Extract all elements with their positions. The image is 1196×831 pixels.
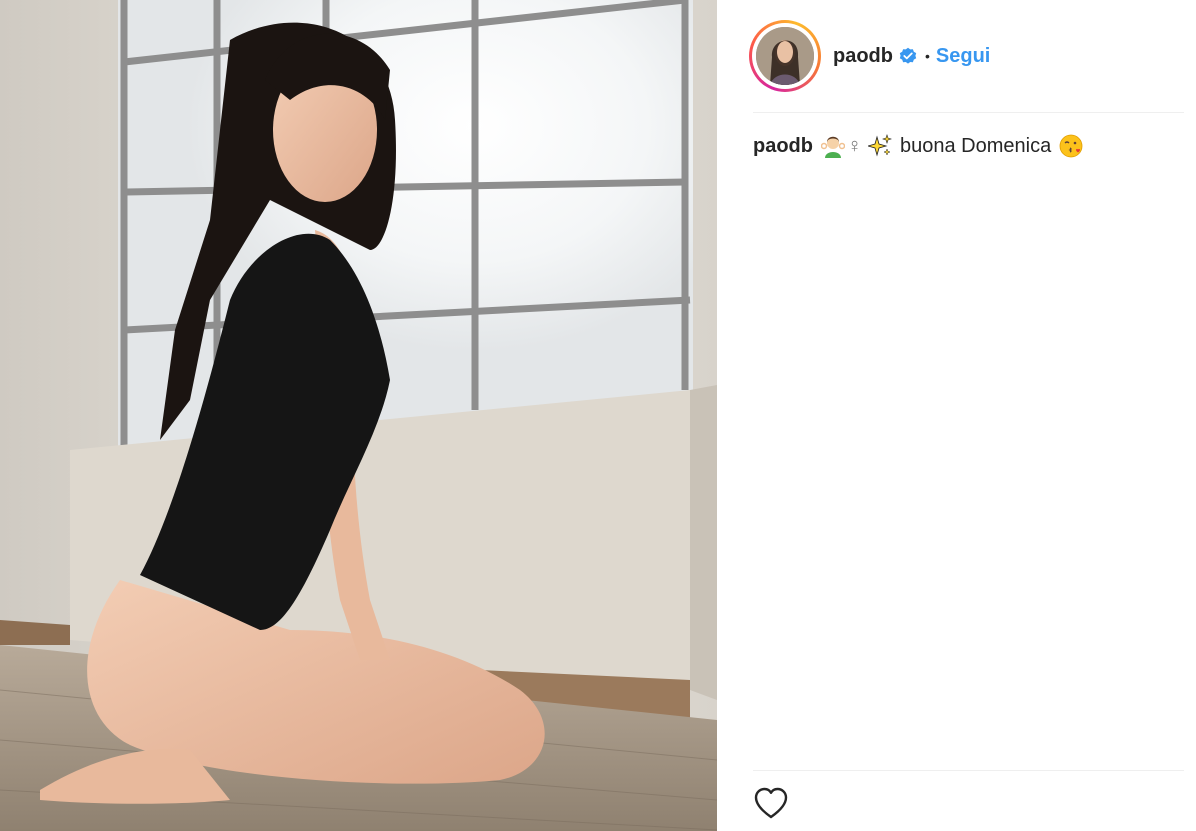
avatar-image bbox=[756, 27, 814, 85]
face-blowing-kiss-emoji bbox=[1059, 134, 1083, 158]
verified-badge-icon bbox=[899, 47, 917, 65]
avatar[interactable] bbox=[749, 20, 821, 92]
avatar-border bbox=[752, 23, 818, 89]
post-header: paodb • Segui bbox=[749, 18, 990, 94]
post-sidebar: paodb • Segui paodb ♀ buona Domenica bbox=[717, 0, 1196, 831]
actions-divider bbox=[753, 770, 1184, 771]
female-sign: ♀ bbox=[847, 134, 862, 157]
header-divider bbox=[753, 112, 1184, 113]
post-username[interactable]: paodb bbox=[833, 45, 893, 68]
sparkles-emoji bbox=[866, 134, 892, 158]
separator-dot: • bbox=[925, 48, 930, 64]
woman-gesturing-ok-emoji bbox=[820, 134, 846, 158]
caption-username[interactable]: paodb bbox=[753, 135, 813, 158]
post-photo[interactable] bbox=[0, 0, 717, 831]
caption-text: buona Domenica bbox=[900, 134, 1052, 157]
follow-button[interactable]: Segui bbox=[936, 45, 990, 68]
post-caption: paodb ♀ buona Domenica bbox=[753, 134, 1085, 158]
heart-outline-icon[interactable] bbox=[753, 786, 789, 820]
